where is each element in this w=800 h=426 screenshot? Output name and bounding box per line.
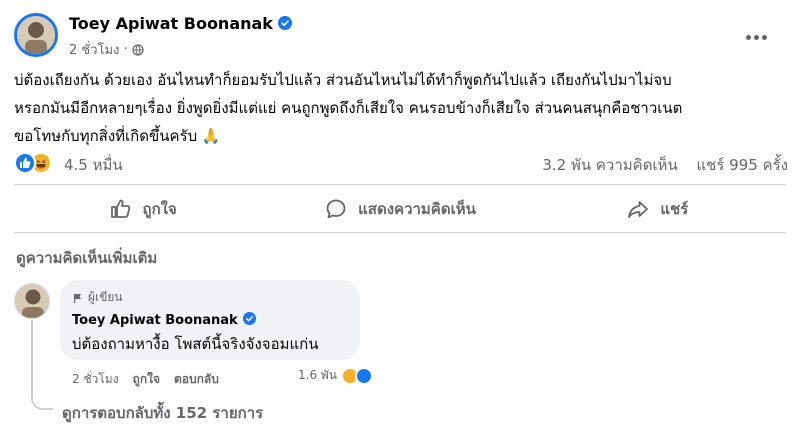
- commenter-avatar[interactable]: [14, 283, 50, 319]
- post-text-line: บ่ต้องเถียงกัน ด้วยเอง อันไหนทำก็ยอมรับไ…: [14, 71, 672, 89]
- comment-text: บ่ต้องถามหางื้อ โพสต์นี้จริงจังจอมแก่น: [72, 335, 319, 353]
- divider-bottom: [14, 232, 786, 233]
- post-text: บ่ต้องเถียงกัน ด้วยเอง อันไหนทำก็ยอมรับไ…: [14, 66, 794, 150]
- comment-meta: 2 ชั่วโมง ถูกใจ ตอบกลับ: [72, 370, 219, 389]
- shares-count[interactable]: แชร์ 995 ครั้ง: [697, 156, 789, 174]
- comment-reaction-count: 1.6 พัน: [298, 368, 338, 382]
- more-dot: [753, 34, 759, 40]
- author-avatar[interactable]: [14, 13, 58, 57]
- author-badge: ผู้เขียน: [72, 288, 348, 307]
- share-button-label: แชร์: [660, 200, 689, 218]
- post-actions: ถูกใจ แสดงความคิดเห็น แชร์: [14, 187, 786, 231]
- like-button-label: ถูกใจ: [142, 200, 177, 218]
- author-badge-icon: [74, 293, 81, 303]
- facebook-post: Toey Apiwat Boonanak 2 ชั่วโมง · บ่ต้องเ…: [0, 0, 800, 426]
- comments-count[interactable]: 3.2 พัน ความคิดเห็น: [542, 156, 677, 174]
- view-all-replies[interactable]: ดูการตอบกลับทั้ง 152 รายการ: [62, 401, 263, 425]
- more-options-button[interactable]: [742, 26, 770, 48]
- post-meta: 2 ชั่วโมง ·: [69, 39, 144, 60]
- verified-badge-icon: [242, 312, 256, 325]
- meta-separator: ·: [123, 42, 128, 57]
- author-name[interactable]: Toey Apiwat Boonanak: [69, 14, 292, 33]
- verified-badge-icon: [277, 16, 292, 30]
- like-button[interactable]: ถูกใจ: [14, 187, 271, 231]
- comment-reply-button[interactable]: ตอบกลับ: [174, 370, 219, 389]
- comment-author-text[interactable]: Toey Apiwat Boonanak: [72, 313, 238, 328]
- share-button[interactable]: แชร์: [529, 187, 786, 231]
- view-more-comments[interactable]: ดูความคิดเห็นเพิ่มเติม: [16, 246, 157, 270]
- engagement-counts: 3.2 พัน ความคิดเห็น แชร์ 995 ครั้ง: [542, 153, 788, 177]
- more-dot: [761, 34, 767, 40]
- more-dots-icon: [745, 34, 751, 40]
- author-name-text[interactable]: Toey Apiwat Boonanak: [69, 14, 273, 33]
- comment-author[interactable]: Toey Apiwat Boonanak: [72, 312, 348, 328]
- thumbs-up-icon: [110, 199, 130, 218]
- share-arrow-icon: [628, 201, 649, 218]
- like-reaction-icon: [355, 366, 374, 385]
- comment-like-button[interactable]: ถูกใจ: [133, 370, 160, 389]
- globe-icon: [131, 43, 144, 56]
- reactions-summary: 4.5 หมื่น 3.2 พัน ความคิดเห็น แชร์ 995 ค…: [14, 148, 788, 178]
- like-reaction-icon: [14, 152, 36, 174]
- reply-thread-line: [31, 320, 53, 410]
- post-time[interactable]: 2 ชั่วโมง: [69, 39, 119, 60]
- comment-bubble-icon: [326, 199, 346, 219]
- comment-bubble: ผู้เขียน Toey Apiwat Boonanak บ่ต้องถามห…: [60, 280, 360, 360]
- comment-button[interactable]: แสดงความคิดเห็น: [271, 187, 528, 231]
- divider-top: [14, 184, 786, 185]
- comment-button-label: แสดงความคิดเห็น: [358, 200, 476, 218]
- comment-time[interactable]: 2 ชั่วโมง: [72, 370, 119, 389]
- author-badge-label: ผู้เขียน: [88, 290, 123, 304]
- reaction-icons[interactable]: [14, 152, 58, 174]
- post-text-line: ขอโทษกับทุกสิ่งที่เกิดขึ้นครับ 🙏: [14, 127, 221, 145]
- reactions-count[interactable]: 4.5 หมื่น: [64, 153, 123, 177]
- comment-reactions[interactable]: 1.6 พัน: [298, 366, 374, 385]
- post-text-line: หรอกมันมีอีกหลายๆเรื่อง ยิ่งพูดยิ่งมีแต่…: [14, 99, 683, 117]
